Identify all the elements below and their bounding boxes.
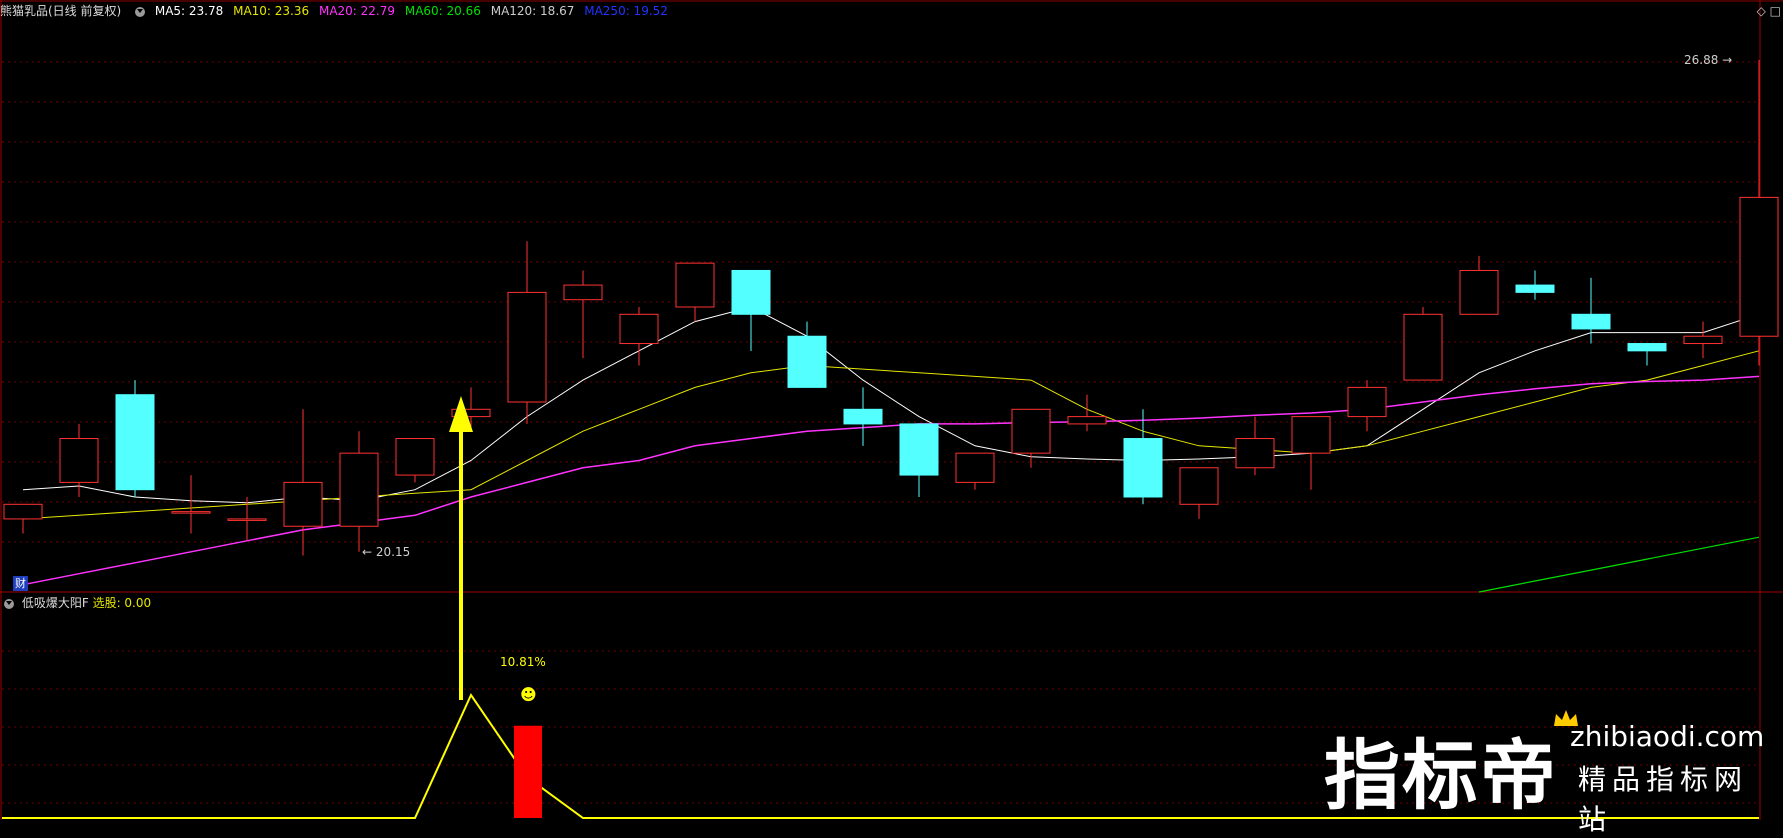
finance-badge[interactable]: 财 [13,576,28,591]
candle-body [787,335,827,388]
candle-body [283,481,323,527]
low-price-label: ← 20.15 [362,545,410,559]
indicator-bar [514,725,542,818]
ma20-label: MA20: 22.79 [318,4,396,18]
candle-body [731,269,771,315]
candle-body [675,262,715,308]
indicator-name: 低吸爆大阳F [21,596,89,610]
candle-body [619,313,659,345]
candle-body [1739,196,1779,337]
candle-body [1683,335,1723,345]
candle-body [563,284,603,301]
candle-body [955,452,995,483]
candle-body [227,518,267,521]
candle-body [1011,408,1051,454]
diamond-icon[interactable]: ◇ [1757,4,1766,18]
ma10-line [22,350,1760,520]
candle-body [1403,313,1443,381]
candle-body [1347,386,1387,418]
candle-body [1291,416,1331,454]
stock-chart-window[interactable]: 26.88 → ← 20.15 10.81% ☻ 熊猫乳品(日线 前复权) MA5: … [0,0,1783,836]
watermark-subtitle: 精品指标网站 [1578,763,1749,836]
candle-body [395,438,435,476]
top-right-controls: ◇ □ [1757,4,1781,18]
candle-body [1067,416,1107,425]
dropdown-icon[interactable] [135,6,146,17]
watermark-brand: 指标帝 [1324,731,1558,820]
ma250-label: MA250: 19.52 [584,4,668,18]
ma60-label: MA60: 20.66 [404,4,481,18]
stock-title: 熊猫乳品(日线 前复权) [0,4,122,18]
candle-body [1627,343,1667,352]
indicator-header: 低吸爆大阳F 选股: 0.00 [0,593,900,613]
ma10-label: MA10: 23.36 [233,4,310,18]
ma120-label: MA120: 18.67 [490,4,575,18]
candle-body [899,423,939,476]
candle-body [3,503,43,520]
ma5-label: MA5: 23.78 [154,4,224,18]
high-price-label: 26.88 → [1684,53,1732,67]
candle-body [1179,467,1219,505]
signal-percent-label: 10.81% [500,655,546,669]
candle-body [1123,438,1163,498]
indicator-value: 选股: 0.00 [92,596,152,610]
square-icon[interactable]: □ [1770,4,1781,18]
kline-chart[interactable]: 26.88 → ← 20.15 10.81% ☻ [0,0,1783,820]
smiley-icon: ☻ [520,685,537,704]
candle-body [115,394,155,491]
watermark-url: zhibiaodi.com [1570,720,1765,753]
watermark: 指标帝 zhibiaodi.com 精品指标网站 [1318,700,1778,836]
main-chart-header: 熊猫乳品(日线 前复权) MA5: 23.78 MA10: 23.36 MA20… [0,0,1783,22]
ma5-line [22,306,1760,504]
candle-body [843,408,883,425]
candle-body [1459,269,1499,315]
ma20-line [22,375,1760,586]
candle-body [507,291,547,403]
candle-body [1515,284,1555,293]
candle-body [339,452,379,527]
candle-body [1571,313,1611,330]
candle-body [171,511,211,514]
ma60-line [1478,536,1760,593]
indicator-dropdown-icon[interactable] [4,598,14,609]
candle-body [1235,438,1275,469]
candle-body [59,438,99,483]
